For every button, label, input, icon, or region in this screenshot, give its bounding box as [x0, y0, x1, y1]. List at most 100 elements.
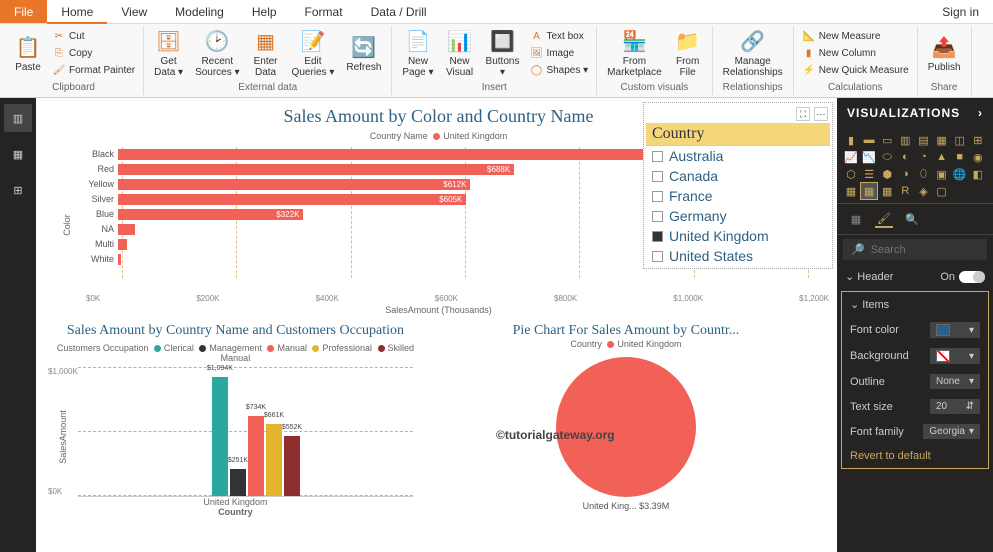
chevron-right-icon[interactable]: ›: [978, 106, 983, 120]
get-data-button[interactable]: 🗄Get Data ▾: [150, 26, 187, 80]
viz-type-icon[interactable]: ▢: [934, 183, 950, 199]
publish-button[interactable]: 📤Publish: [924, 32, 965, 75]
viz-type-icon[interactable]: 📉: [861, 149, 877, 165]
new-page-button[interactable]: 📄New Page ▾: [398, 26, 437, 80]
bar-fill: [118, 224, 135, 235]
relationships-group-label: Relationships: [719, 80, 787, 95]
table-icon: ▦: [13, 148, 23, 161]
shapes-button[interactable]: ◯Shapes ▾: [527, 62, 590, 78]
viz-type-icon[interactable]: [952, 183, 968, 199]
help-tab[interactable]: Help: [238, 1, 291, 23]
revert-default-link[interactable]: Revert to default: [842, 444, 988, 468]
new-column-button[interactable]: ▮New Column: [800, 45, 911, 61]
viz-type-icon[interactable]: ◔: [916, 149, 932, 165]
new-measure-button[interactable]: 📐New Measure: [800, 28, 911, 44]
refresh-button[interactable]: 🔄Refresh: [342, 32, 385, 75]
country-slicer[interactable]: ⛶ ⋯ Country AustraliaCanadaFranceGermany…: [643, 102, 833, 269]
header-section[interactable]: ⌄ HeaderOn: [837, 264, 993, 289]
search-input[interactable]: [871, 244, 993, 256]
viz-type-icon[interactable]: ◫: [952, 132, 968, 148]
slicer-focus-icon[interactable]: ⛶: [796, 107, 810, 121]
from-file-button[interactable]: 📁From File: [670, 26, 706, 80]
viz-type-icon[interactable]: ▤: [916, 132, 932, 148]
viz-type-icon[interactable]: ▭: [879, 132, 895, 148]
clipboard-group-label: Clipboard: [10, 80, 137, 95]
viz-type-icon[interactable]: [970, 183, 986, 199]
signin-link[interactable]: Sign in: [928, 1, 993, 23]
items-section[interactable]: ⌄ Items: [842, 292, 988, 317]
recent-sources-button[interactable]: 🕑Recent Sources ▾: [191, 26, 243, 80]
viz-type-icon[interactable]: ▥: [897, 132, 913, 148]
format-tab[interactable]: Format: [291, 1, 357, 23]
image-button[interactable]: 🖼Image: [527, 45, 590, 61]
slicer-item[interactable]: United States: [646, 246, 830, 266]
pie-slice: [556, 357, 696, 497]
report-canvas[interactable]: Sales Amount by Color and Country Name C…: [36, 98, 837, 552]
insert-group-label: Insert: [398, 80, 590, 95]
bar-fill: $322K: [118, 209, 303, 220]
slicer-item[interactable]: Germany: [646, 206, 830, 226]
background-picker[interactable]: ▾: [930, 348, 980, 364]
edit-queries-button[interactable]: 📝Edit Queries ▾: [288, 26, 339, 80]
viz-type-icon[interactable]: ▲: [934, 149, 950, 165]
slicer-more-icon[interactable]: ⋯: [814, 107, 828, 121]
header-toggle[interactable]: [959, 271, 985, 283]
paste-button[interactable]: 📋Paste: [10, 32, 46, 75]
data-view-button[interactable]: ▦: [4, 140, 32, 168]
view-tab[interactable]: View: [107, 1, 161, 23]
slicer-item[interactable]: France: [646, 186, 830, 206]
viz-type-icon[interactable]: R: [897, 183, 913, 199]
textsize-input[interactable]: 20⇵: [930, 399, 980, 414]
viz-type-icon[interactable]: ▦: [843, 183, 859, 199]
chart3[interactable]: Pie Chart For Sales Amount by Countr... …: [423, 323, 829, 523]
marketplace-button[interactable]: 🏪From Marketplace: [603, 26, 665, 80]
font-color-picker[interactable]: ▾: [930, 322, 980, 338]
viz-type-icon[interactable]: ◐: [897, 149, 913, 165]
slicer-item[interactable]: Canada: [646, 166, 830, 186]
analytics-tab[interactable]: 🔍: [903, 210, 921, 228]
viz-type-icon[interactable]: ⬡: [843, 166, 859, 182]
cut-button[interactable]: ✂Cut: [50, 28, 137, 44]
new-visual-button[interactable]: 📊New Visual: [442, 26, 478, 80]
viz-type-icon[interactable]: 📈: [843, 149, 859, 165]
manage-relationships-button[interactable]: 🔗Manage Relationships: [719, 26, 787, 80]
enter-data-button[interactable]: ▦Enter Data: [248, 26, 284, 80]
viz-type-icon[interactable]: ▮: [843, 132, 859, 148]
quick-measure-button[interactable]: ⚡New Quick Measure: [800, 62, 911, 78]
viz-type-icon[interactable]: ◈: [916, 183, 932, 199]
copy-button[interactable]: ⎘Copy: [50, 45, 137, 61]
home-tab[interactable]: Home: [47, 1, 107, 23]
model-view-button[interactable]: ⊞: [4, 176, 32, 204]
fontfamily-select[interactable]: Georgia▾: [923, 424, 980, 439]
viz-type-icon[interactable]: ▦: [861, 183, 877, 199]
datadrill-tab[interactable]: Data / Drill: [357, 1, 441, 23]
viz-type-icon[interactable]: ◑: [897, 166, 913, 182]
chart2[interactable]: Sales Amount by Country Name and Custome…: [48, 323, 423, 523]
text-icon: A: [529, 29, 543, 43]
format-tab-viz[interactable]: 🖌: [875, 210, 893, 228]
viz-type-icon[interactable]: ◧: [970, 166, 986, 182]
viz-type-icon[interactable]: ⬯: [916, 166, 932, 182]
viz-type-icon[interactable]: ◉: [970, 149, 986, 165]
textbox-button[interactable]: AText box: [527, 28, 590, 44]
modeling-tab[interactable]: Modeling: [161, 1, 238, 23]
format-painter-button[interactable]: 🖌Format Painter: [50, 62, 137, 78]
viz-type-icon[interactable]: ▦: [934, 132, 950, 148]
viz-type-icon[interactable]: ⬭: [879, 149, 895, 165]
viz-type-icon[interactable]: ⊞: [970, 132, 986, 148]
slicer-item[interactable]: United Kingdom: [646, 226, 830, 246]
buttons-button[interactable]: 🔲Buttons ▾: [482, 26, 524, 80]
slicer-item[interactable]: Australia: [646, 146, 830, 166]
fields-tab[interactable]: ▦: [847, 210, 865, 228]
viz-type-icon[interactable]: ▬: [861, 132, 877, 148]
outline-select[interactable]: None▾: [930, 374, 980, 389]
viz-type-icon[interactable]: ⬢: [879, 166, 895, 182]
viz-type-icon[interactable]: 🌐: [952, 166, 968, 182]
viz-type-icon[interactable]: ■: [952, 149, 968, 165]
share-group-label: Share: [924, 80, 965, 95]
viz-type-icon[interactable]: ▣: [934, 166, 950, 182]
viz-type-icon[interactable]: ☰: [861, 166, 877, 182]
viz-type-icon[interactable]: ▦: [879, 183, 895, 199]
file-menu[interactable]: File: [0, 0, 47, 23]
report-view-button[interactable]: ▥: [4, 104, 32, 132]
